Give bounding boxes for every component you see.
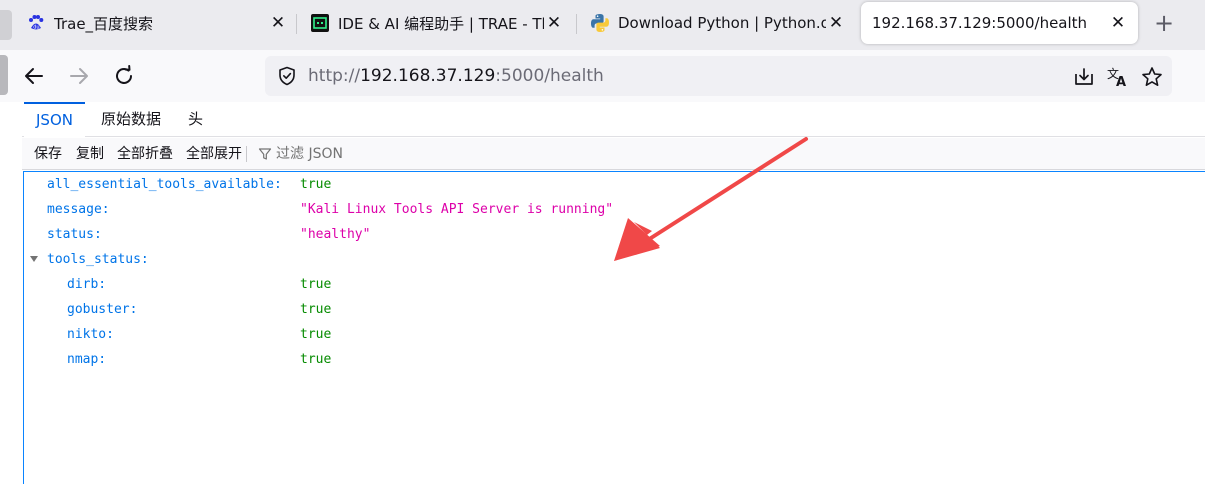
tab-raw-data[interactable]: 原始数据 — [89, 102, 173, 137]
python-logo-icon — [590, 13, 610, 33]
json-key: dirb: — [67, 277, 107, 292]
json-key: tools_status: — [47, 252, 149, 267]
json-tree: all_essential_tools_available: true mess… — [23, 171, 1205, 484]
json-key: message: — [47, 202, 110, 217]
filter-json-input[interactable]: 过滤 JSON — [258, 144, 343, 164]
tab-title: IDE & AI 编程助手 | TRAE - The — [338, 14, 544, 33]
filter-placeholder: 过滤 JSON — [276, 146, 343, 162]
json-value: true — [300, 352, 332, 367]
json-key: gobuster: — [67, 302, 138, 317]
expand-triangle-icon[interactable] — [30, 256, 38, 262]
save-button[interactable]: 保存 — [34, 144, 62, 164]
trae-logo-icon — [310, 13, 330, 33]
json-row[interactable]: gobuster: true — [24, 297, 1204, 322]
shield-icon[interactable] — [277, 66, 297, 86]
close-tab-icon[interactable]: ✕ — [268, 13, 288, 33]
json-row[interactable]: dirb: true — [24, 272, 1204, 297]
tab-headers[interactable]: 头 — [176, 102, 215, 137]
json-key: nmap: — [67, 352, 107, 367]
tab-json[interactable]: JSON — [24, 102, 85, 137]
arrow-left-icon — [25, 68, 43, 84]
json-key: all_essential_tools_available: — [47, 177, 282, 192]
close-tab-icon[interactable]: ✕ — [544, 13, 564, 33]
copy-button[interactable]: 复制 — [76, 144, 104, 164]
url-scheme: http:// — [308, 66, 361, 86]
toolbar-divider — [246, 146, 247, 162]
url-host: 192.168.37.129 — [360, 66, 496, 86]
viewer-tabs: JSON 原始数据 头 — [22, 102, 1205, 137]
tab-separator — [296, 14, 297, 34]
json-row[interactable]: message: "Kali Linux Tools API Server is… — [24, 197, 1204, 222]
close-tab-icon[interactable]: ✕ — [826, 13, 846, 33]
json-viewer: JSON 原始数据 头 保存 复制 全部折叠 全部展开 过滤 JSON all_… — [22, 102, 1205, 484]
json-row-expandable[interactable]: tools_status: — [24, 247, 1204, 272]
json-value: true — [300, 277, 332, 292]
address-bar[interactable]: http://192.168.37.129:5000/health 文 A — [265, 56, 1172, 96]
json-row[interactable]: nmap: true — [24, 347, 1204, 372]
json-value: "Kali Linux Tools API Server is running" — [300, 202, 614, 217]
arrow-right-icon — [70, 68, 88, 84]
translate-icon[interactable]: 文 A — [1107, 66, 1129, 88]
close-tab-icon[interactable]: ✕ — [1108, 13, 1128, 33]
navigation-toolbar: http://192.168.37.129:5000/health 文 A — [0, 50, 1205, 102]
json-row[interactable]: status: "healthy" — [24, 222, 1204, 247]
sidebar-stub — [0, 10, 12, 40]
json-value: true — [300, 327, 332, 342]
tab-trae-ide[interactable]: IDE & AI 编程助手 | TRAE - The ✕ — [310, 0, 564, 46]
tab-title: Download Python | Python.org — [618, 14, 826, 32]
new-tab-button[interactable]: + — [1152, 11, 1176, 36]
json-toolbar: 保存 复制 全部折叠 全部展开 过滤 JSON — [22, 138, 1205, 170]
svg-text:du: du — [33, 25, 39, 31]
json-value: "healthy" — [300, 227, 371, 242]
expand-all-button[interactable]: 全部展开 — [186, 144, 242, 164]
json-value: true — [300, 177, 332, 192]
tab-python-download[interactable]: Download Python | Python.org ✕ — [590, 0, 846, 46]
tab-health-active[interactable]: 192.168.37.129:5000/health ✕ — [861, 2, 1138, 44]
json-row[interactable]: all_essential_tools_available: true — [24, 172, 1204, 197]
json-value: true — [300, 302, 332, 317]
save-page-icon[interactable] — [1073, 66, 1095, 88]
json-row[interactable]: nikto: true — [24, 322, 1204, 347]
reload-button[interactable] — [110, 62, 138, 90]
tab-separator — [576, 14, 577, 34]
url-text[interactable]: http://192.168.37.129:5000/health — [308, 66, 604, 86]
tab-title: Trae_百度搜索 — [54, 14, 154, 33]
tab-trae-baidu[interactable]: du Trae_百度搜索 ✕ — [26, 0, 288, 46]
svg-text:A: A — [1116, 75, 1126, 88]
reload-icon — [116, 65, 132, 84]
bookmark-star-icon[interactable] — [1141, 66, 1163, 88]
tab-title: 192.168.37.129:5000/health — [872, 14, 1088, 32]
url-path: :5000/health — [495, 66, 604, 86]
sidebar-handle[interactable] — [0, 55, 8, 95]
tab-strip: du Trae_百度搜索 ✕ IDE & AI 编程助手 | TRAE - Th… — [0, 0, 1205, 50]
collapse-all-button[interactable]: 全部折叠 — [117, 144, 173, 164]
back-button[interactable] — [20, 62, 48, 90]
json-key: nikto: — [67, 327, 114, 342]
filter-funnel-icon — [258, 148, 272, 160]
forward-button[interactable] — [65, 62, 93, 90]
json-key: status: — [47, 227, 102, 242]
baidu-paw-icon: du — [26, 13, 46, 33]
